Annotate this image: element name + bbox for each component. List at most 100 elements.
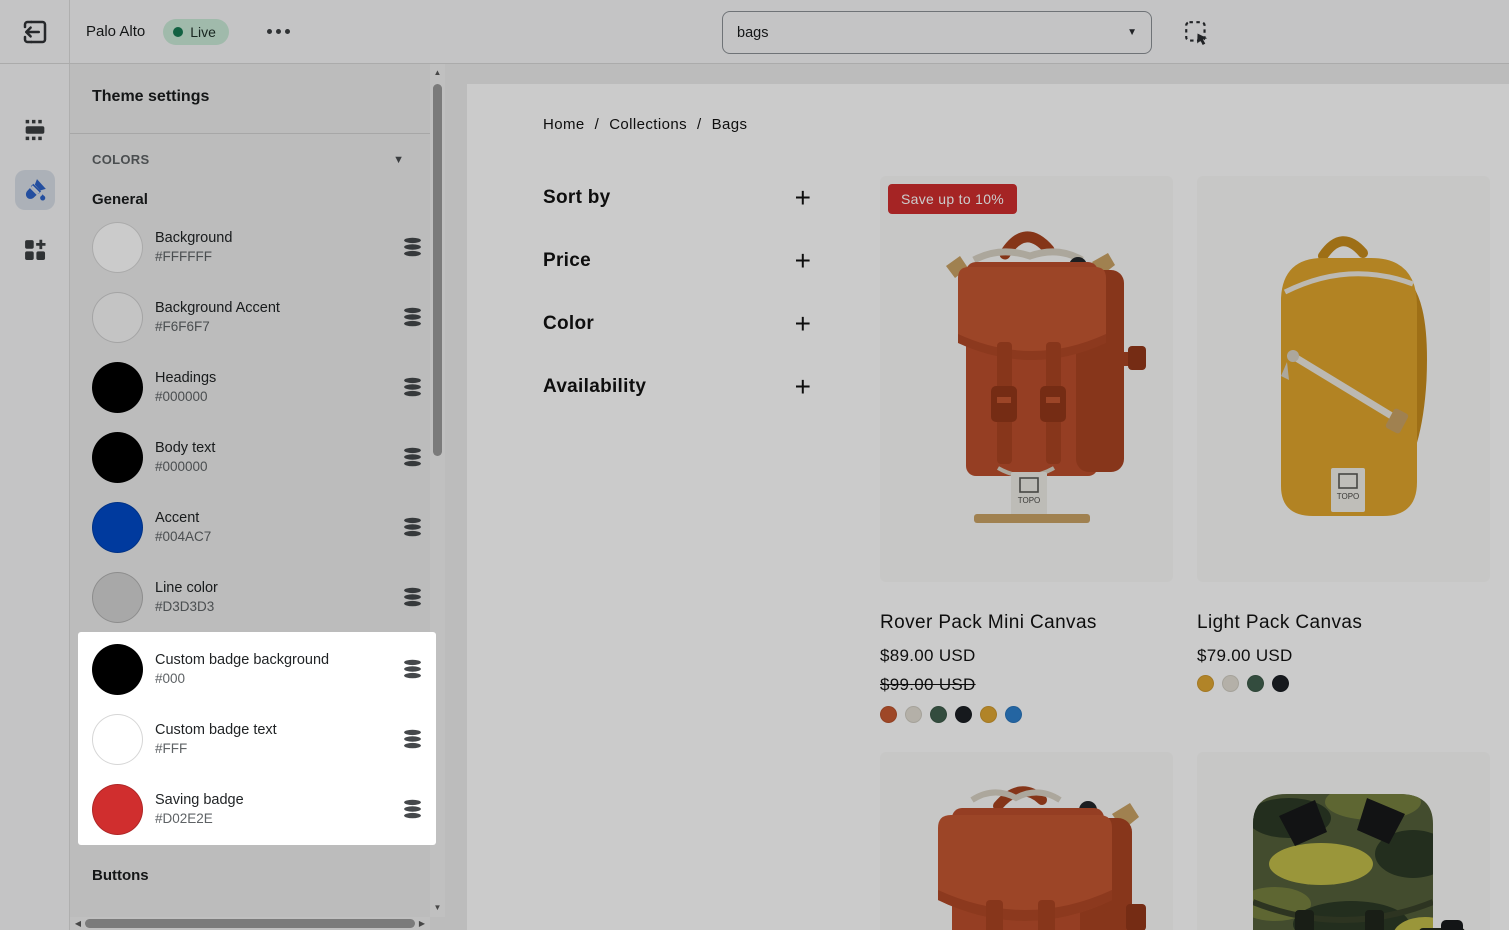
color-hex-value: #D02E2E [155, 811, 390, 826]
scroll-up-arrow-icon[interactable]: ▲ [430, 66, 445, 80]
color-swatch[interactable] [92, 292, 143, 343]
filter-price[interactable]: Price + [543, 241, 811, 281]
chevron-down-icon: ▼ [1127, 27, 1137, 38]
color-hex-value: #D3D3D3 [155, 599, 390, 614]
highlight-region: Custom badge background#000 Custom badge… [78, 632, 436, 845]
divider [70, 133, 430, 134]
product-card-rover-pack[interactable]: Save up to 10% [880, 176, 1173, 582]
color-setting-row-accent[interactable]: Accent#004AC7 [92, 492, 423, 562]
color-label: Line color [155, 580, 390, 596]
color-option-dot[interactable] [980, 706, 997, 723]
inspect-element-button[interactable] [1183, 18, 1213, 48]
sections-tab-button[interactable] [15, 110, 55, 150]
breadcrumb-separator: / [697, 116, 702, 133]
color-setting-row-body-text[interactable]: Body text#000000 [92, 422, 423, 492]
color-setting-row-background[interactable]: Background#FFFFFF [92, 212, 423, 282]
color-setting-row-saving-badge[interactable]: Saving badge #D02E2E [92, 774, 423, 844]
color-swatch[interactable] [92, 572, 143, 623]
color-option-dot[interactable] [1272, 675, 1289, 692]
color-option-dot[interactable] [905, 706, 922, 723]
color-setting-row-headings[interactable]: Headings#000000 [92, 352, 423, 422]
apps-tab-button[interactable] [15, 230, 55, 270]
filter-availability[interactable]: Availability + [543, 367, 811, 407]
color-hex-value: #F6F6F7 [155, 319, 390, 334]
dynamic-source-icon[interactable] [402, 799, 423, 819]
scroll-right-arrow-icon[interactable]: ▶ [415, 917, 429, 930]
dynamic-source-icon[interactable] [402, 447, 423, 467]
topbar: Palo Alto Live bags ▼ [0, 0, 1509, 64]
filter-sort-by[interactable]: Sort by + [543, 178, 811, 218]
color-setting-row-background-accent[interactable]: Background Accent #F6F6F7 [92, 282, 423, 352]
horizontal-scroll-thumb[interactable] [85, 919, 415, 928]
product-title[interactable]: Light Pack Canvas [1197, 612, 1497, 634]
page-selector-dropdown[interactable]: bags ▼ [722, 11, 1152, 54]
product-info-light-pack: Light Pack Canvas $79.00 USD [1197, 612, 1497, 692]
color-swatch[interactable] [92, 362, 143, 413]
color-swatch[interactable] [92, 714, 143, 765]
sale-badge: Save up to 10% [888, 184, 1017, 214]
scroll-down-arrow-icon[interactable]: ▼ [430, 901, 445, 915]
vertical-scroll-thumb[interactable] [433, 84, 442, 456]
chevron-down-icon[interactable]: ▼ [393, 154, 404, 166]
live-status-badge: Live [163, 19, 229, 45]
color-option-dot[interactable] [1005, 706, 1022, 723]
color-label: Custom badge background [155, 652, 390, 668]
color-swatch[interactable] [92, 644, 143, 695]
breadcrumb-collections[interactable]: Collections [609, 116, 687, 133]
colors-section-label: COLORS [92, 152, 149, 167]
color-swatch[interactable] [92, 784, 143, 835]
theme-settings-tab-button[interactable] [15, 170, 55, 210]
product-title[interactable]: Rover Pack Mini Canvas [880, 612, 1180, 634]
panel-horizontal-scrollbar[interactable]: ◀ ▶ [70, 917, 430, 930]
color-settings-list: Background#FFFFFF Background Accent #F6F6… [92, 212, 430, 845]
color-swatch[interactable] [92, 432, 143, 483]
apps-icon [21, 236, 49, 264]
theme-settings-panel: Theme settings COLORS ▼ General Backgrou… [70, 64, 430, 917]
color-swatch[interactable] [92, 222, 143, 273]
dynamic-source-icon[interactable] [402, 729, 423, 749]
color-option-dot[interactable] [1222, 675, 1239, 692]
color-setting-row-custom-badge-background[interactable]: Custom badge background#000 [92, 634, 423, 704]
svg-text:TOPO: TOPO [1337, 492, 1360, 501]
theme-meta: Palo Alto Live [86, 0, 296, 63]
color-label: Background Accent [155, 300, 390, 316]
breadcrumb-home[interactable]: Home [543, 116, 585, 133]
product-card-camo-backpack[interactable] [1197, 752, 1490, 930]
dynamic-source-icon[interactable] [402, 307, 423, 327]
live-badge-label: Live [190, 24, 216, 40]
dynamic-source-icon[interactable] [402, 659, 423, 679]
product-image-rover-pack: TOPO [880, 176, 1173, 582]
color-setting-row-line-color[interactable]: Line color #D3D3D3 [92, 562, 423, 632]
product-card-light-pack[interactable]: TOPO [1197, 176, 1490, 582]
color-swatch[interactable] [92, 502, 143, 553]
plus-icon: + [795, 377, 811, 397]
general-group-label: General [92, 167, 430, 212]
dynamic-source-icon[interactable] [402, 587, 423, 607]
product-price: $89.00 USD [880, 646, 1180, 666]
filter-sidebar: Sort by + Price + Color + Availability + [543, 178, 811, 430]
breadcrumb-bags[interactable]: Bags [712, 116, 748, 133]
page-selector-value: bags [737, 25, 1127, 41]
color-option-dot[interactable] [955, 706, 972, 723]
dynamic-source-icon[interactable] [402, 237, 423, 257]
color-label: Saving badge [155, 792, 390, 808]
exit-editor-button[interactable] [18, 15, 52, 49]
buttons-group-label: Buttons [92, 845, 430, 884]
dynamic-source-icon[interactable] [402, 377, 423, 397]
color-label: Custom badge text [155, 722, 390, 738]
product-info-rover-pack: Rover Pack Mini Canvas $89.00 USD $99.00… [880, 612, 1180, 723]
color-option-dot[interactable] [880, 706, 897, 723]
more-actions-button[interactable] [261, 23, 296, 40]
scroll-left-arrow-icon[interactable]: ◀ [71, 917, 85, 930]
dynamic-source-icon[interactable] [402, 517, 423, 537]
product-image-camo-backpack [1197, 752, 1490, 930]
color-option-dot[interactable] [930, 706, 947, 723]
theme-editor-window: Palo Alto Live bags ▼ [0, 0, 1509, 930]
color-option-dot[interactable] [1247, 675, 1264, 692]
breadcrumb: Home / Collections / Bags [543, 116, 747, 133]
color-option-dot[interactable] [1197, 675, 1214, 692]
filter-color[interactable]: Color + [543, 304, 811, 344]
color-setting-row-custom-badge-text[interactable]: Custom badge text#FFF [92, 704, 423, 774]
product-card-orange-backpack[interactable] [880, 752, 1173, 930]
color-hex-value: #004AC7 [155, 529, 390, 544]
